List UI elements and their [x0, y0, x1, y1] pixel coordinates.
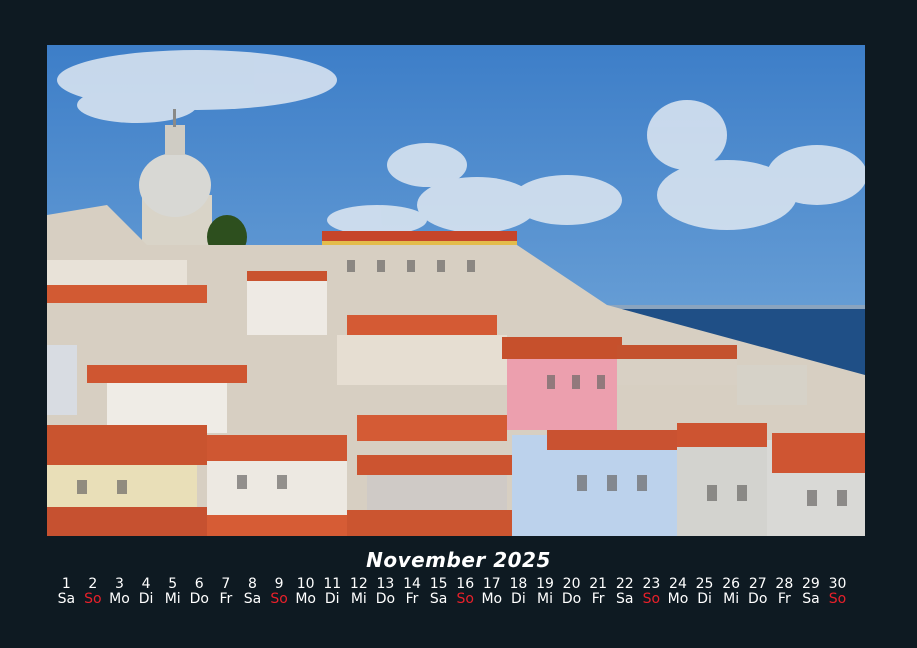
calendar-day: 4 Di	[133, 577, 160, 607]
day-number: 25	[695, 576, 714, 592]
weekday-label: Fr	[591, 591, 605, 607]
weekday-label: So	[642, 591, 661, 607]
weekday-label: Sa	[243, 591, 262, 607]
calendar-day: 29 Sa	[798, 577, 825, 607]
day-number: 9	[274, 576, 284, 592]
day-number: 6	[194, 576, 204, 592]
calendar-day: 18 Di	[505, 577, 532, 607]
weekday-label: Sa	[616, 591, 634, 607]
weekday-label: So	[828, 591, 847, 607]
day-number: 11	[323, 576, 342, 592]
day-number: 1	[61, 576, 71, 592]
weekday-label: So	[84, 591, 102, 607]
lisbon-cityscape-photo	[47, 45, 865, 536]
day-number: 30	[828, 576, 847, 592]
weekday-label: Do	[189, 591, 209, 607]
weekday-label: Mo	[481, 591, 503, 607]
day-number: 23	[642, 576, 661, 592]
weekday-label: Fr	[219, 591, 233, 607]
calendar-day: 5 Mi	[159, 577, 186, 607]
calendar-day-strip: 1 Sa 2 So 3 Mo 4 Di 5 Mi 6 Do 7 Fr 8 Sa 9 So 10 Mo 11 Di 12 Mi 1…	[53, 577, 861, 607]
day-number: 13	[376, 576, 395, 592]
day-number: 21	[589, 576, 608, 592]
day-number: 29	[802, 576, 820, 592]
day-number: 27	[748, 576, 767, 592]
weekday-label: Do	[561, 591, 582, 607]
weekday-label: Di	[324, 591, 340, 607]
day-number: 8	[247, 576, 257, 592]
weekday-label: Mi	[164, 591, 181, 607]
day-number: 12	[349, 576, 368, 592]
calendar-day: 28 Fr	[771, 577, 798, 607]
weekday-label: Mi	[723, 591, 740, 607]
day-number: 19	[536, 576, 554, 592]
day-number: 10	[296, 576, 315, 592]
weekday-label: Sa	[429, 591, 448, 607]
day-number: 16	[456, 576, 475, 592]
day-number: 17	[482, 576, 501, 592]
calendar-day: 2 So	[80, 577, 107, 607]
calendar-day: 15 Sa	[425, 577, 452, 607]
calendar-day: 27 Do	[744, 577, 771, 607]
day-number: 26	[722, 576, 741, 592]
day-number: 7	[221, 576, 231, 592]
calendar-day: 23 So	[638, 577, 665, 607]
day-number: 15	[429, 576, 448, 592]
day-number: 24	[669, 576, 687, 592]
weekday-label: Mo	[667, 591, 689, 607]
calendar-day: 11 Di	[319, 577, 346, 607]
calendar-day: 8 Sa	[239, 577, 266, 607]
calendar-day: 1 Sa	[53, 577, 80, 607]
weekday-label: Di	[697, 591, 712, 607]
weekday-label: Mo	[295, 591, 316, 607]
day-number: 14	[403, 576, 421, 592]
calendar-day: 17 Mo	[479, 577, 506, 607]
weekday-label: Di	[511, 591, 526, 607]
calendar-day: 20 Do	[558, 577, 585, 607]
calendar-day: 22 Sa	[611, 577, 638, 607]
calendar-day: 25 Di	[691, 577, 718, 607]
weekday-label: Di	[138, 591, 154, 607]
day-number: 22	[615, 576, 634, 592]
weekday-label: Sa	[802, 591, 820, 607]
weekday-label: Fr	[777, 591, 791, 607]
weekday-label: So	[456, 591, 474, 607]
weekday-label: Sa	[57, 591, 76, 607]
weekday-label: Mi	[350, 591, 367, 607]
calendar-day: 10 Mo	[292, 577, 319, 607]
calendar-day: 6 Do	[186, 577, 213, 607]
day-number: 28	[775, 576, 794, 592]
weekday-label: Fr	[405, 591, 419, 607]
weekday-label: So	[270, 591, 288, 607]
day-number: 18	[509, 576, 528, 592]
calendar-day: 30 So	[824, 577, 851, 607]
day-number: 4	[141, 576, 151, 592]
day-number: 2	[88, 576, 98, 592]
weekday-label: Do	[375, 591, 396, 607]
calendar-day: 14 Fr	[399, 577, 426, 607]
day-number: 5	[168, 576, 178, 592]
weekday-label: Mo	[109, 591, 130, 607]
calendar-day: 9 So	[266, 577, 293, 607]
calendar-day: 7 Fr	[213, 577, 240, 607]
weekday-label: Do	[748, 591, 768, 607]
calendar-day: 16 So	[452, 577, 479, 607]
calendar-day: 12 Mi	[346, 577, 373, 607]
calendar-day: 26 Mi	[718, 577, 745, 607]
month-title: November 2025	[366, 548, 551, 572]
calendar-day: 19 Mi	[532, 577, 559, 607]
day-number: 20	[562, 576, 581, 592]
calendar-day: 24 Mo	[665, 577, 692, 607]
calendar-day: 3 Mo	[106, 577, 133, 607]
day-number: 3	[115, 576, 124, 592]
weekday-label: Mi	[537, 591, 553, 607]
calendar-day: 13 Do	[372, 577, 399, 607]
calendar-day: 21 Fr	[585, 577, 612, 607]
